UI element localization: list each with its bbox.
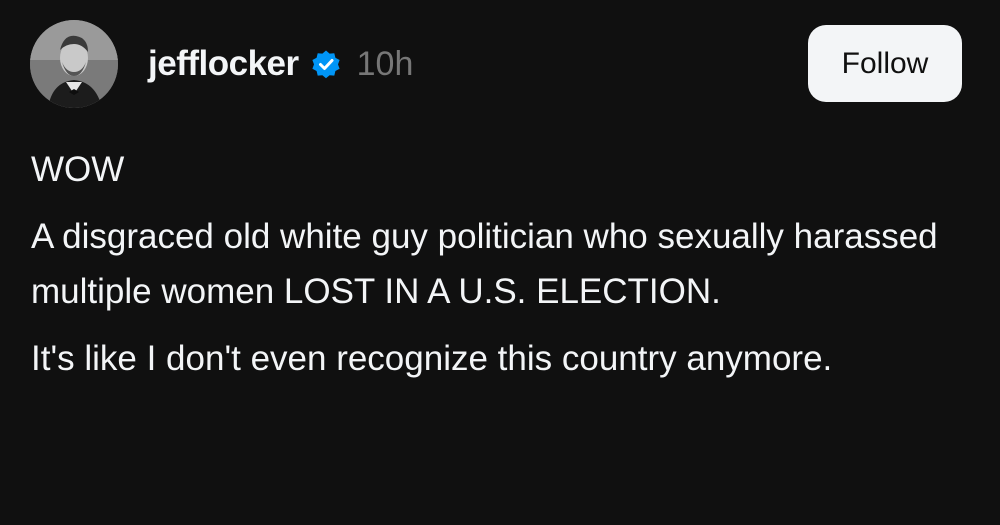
- avatar-image: [30, 20, 118, 108]
- post-paragraph: It's like I don't even recognize this co…: [31, 339, 833, 378]
- avatar[interactable]: [30, 20, 118, 108]
- post-paragraph: A disgraced old white guy politician who…: [31, 217, 938, 311]
- thread-post: jefflocker 10h Follow WOW A disgraced ol…: [0, 0, 1000, 525]
- post-body: WOW A disgraced old white guy politician…: [31, 142, 961, 386]
- verified-badge-icon: [309, 47, 343, 81]
- author-username[interactable]: jefflocker: [148, 44, 299, 84]
- post-timestamp: 10h: [356, 44, 414, 83]
- post-paragraph: WOW: [31, 150, 125, 189]
- post-header: jefflocker 10h: [30, 20, 413, 108]
- follow-button[interactable]: Follow: [808, 25, 962, 102]
